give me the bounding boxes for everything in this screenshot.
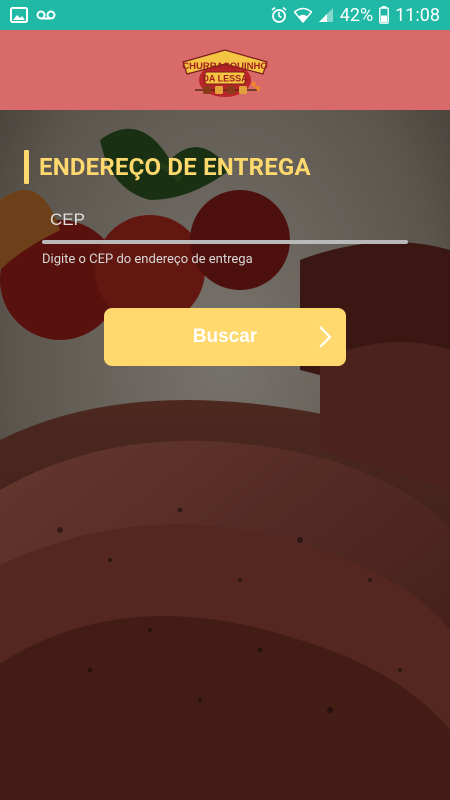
search-button[interactable]: Buscar <box>104 308 346 366</box>
cep-field: Digite o CEP do endereço de entrega <box>42 210 408 267</box>
cep-underline <box>42 240 408 244</box>
search-button-label: Buscar <box>192 326 258 347</box>
status-bar: 42% 11:08 <box>0 0 450 30</box>
brand-logo: CHURRASQUINHO DA LESSA <box>182 49 268 97</box>
app-header: CHURRASQUINHO DA LESSA <box>0 30 450 110</box>
logo-text-line1: CHURRASQUINHO <box>182 61 268 72</box>
chevron-right-icon <box>319 326 332 348</box>
logo-text-line2: DA LESSA <box>202 74 248 84</box>
cep-helper-text: Digite o CEP do endereço de entrega <box>42 252 253 267</box>
section-title: ENDEREÇO DE ENTREGA <box>24 150 410 184</box>
battery-percent: 42% <box>339 4 374 26</box>
signal-icon <box>318 7 334 23</box>
alarm-icon <box>270 6 288 24</box>
wifi-icon <box>293 7 312 23</box>
clock: 11:08 <box>395 4 440 26</box>
delivery-address-title: ENDEREÇO DE ENTREGA <box>39 153 311 181</box>
battery-icon <box>379 6 390 24</box>
gallery-icon <box>10 7 28 23</box>
title-accent-bar <box>24 150 29 184</box>
delivery-form: ENDEREÇO DE ENTREGA Digite o CEP do ende… <box>24 150 410 366</box>
cep-input[interactable] <box>42 210 408 240</box>
status-left <box>10 7 56 23</box>
voicemail-icon <box>36 9 56 21</box>
status-right: 42% 11:08 <box>270 5 440 26</box>
